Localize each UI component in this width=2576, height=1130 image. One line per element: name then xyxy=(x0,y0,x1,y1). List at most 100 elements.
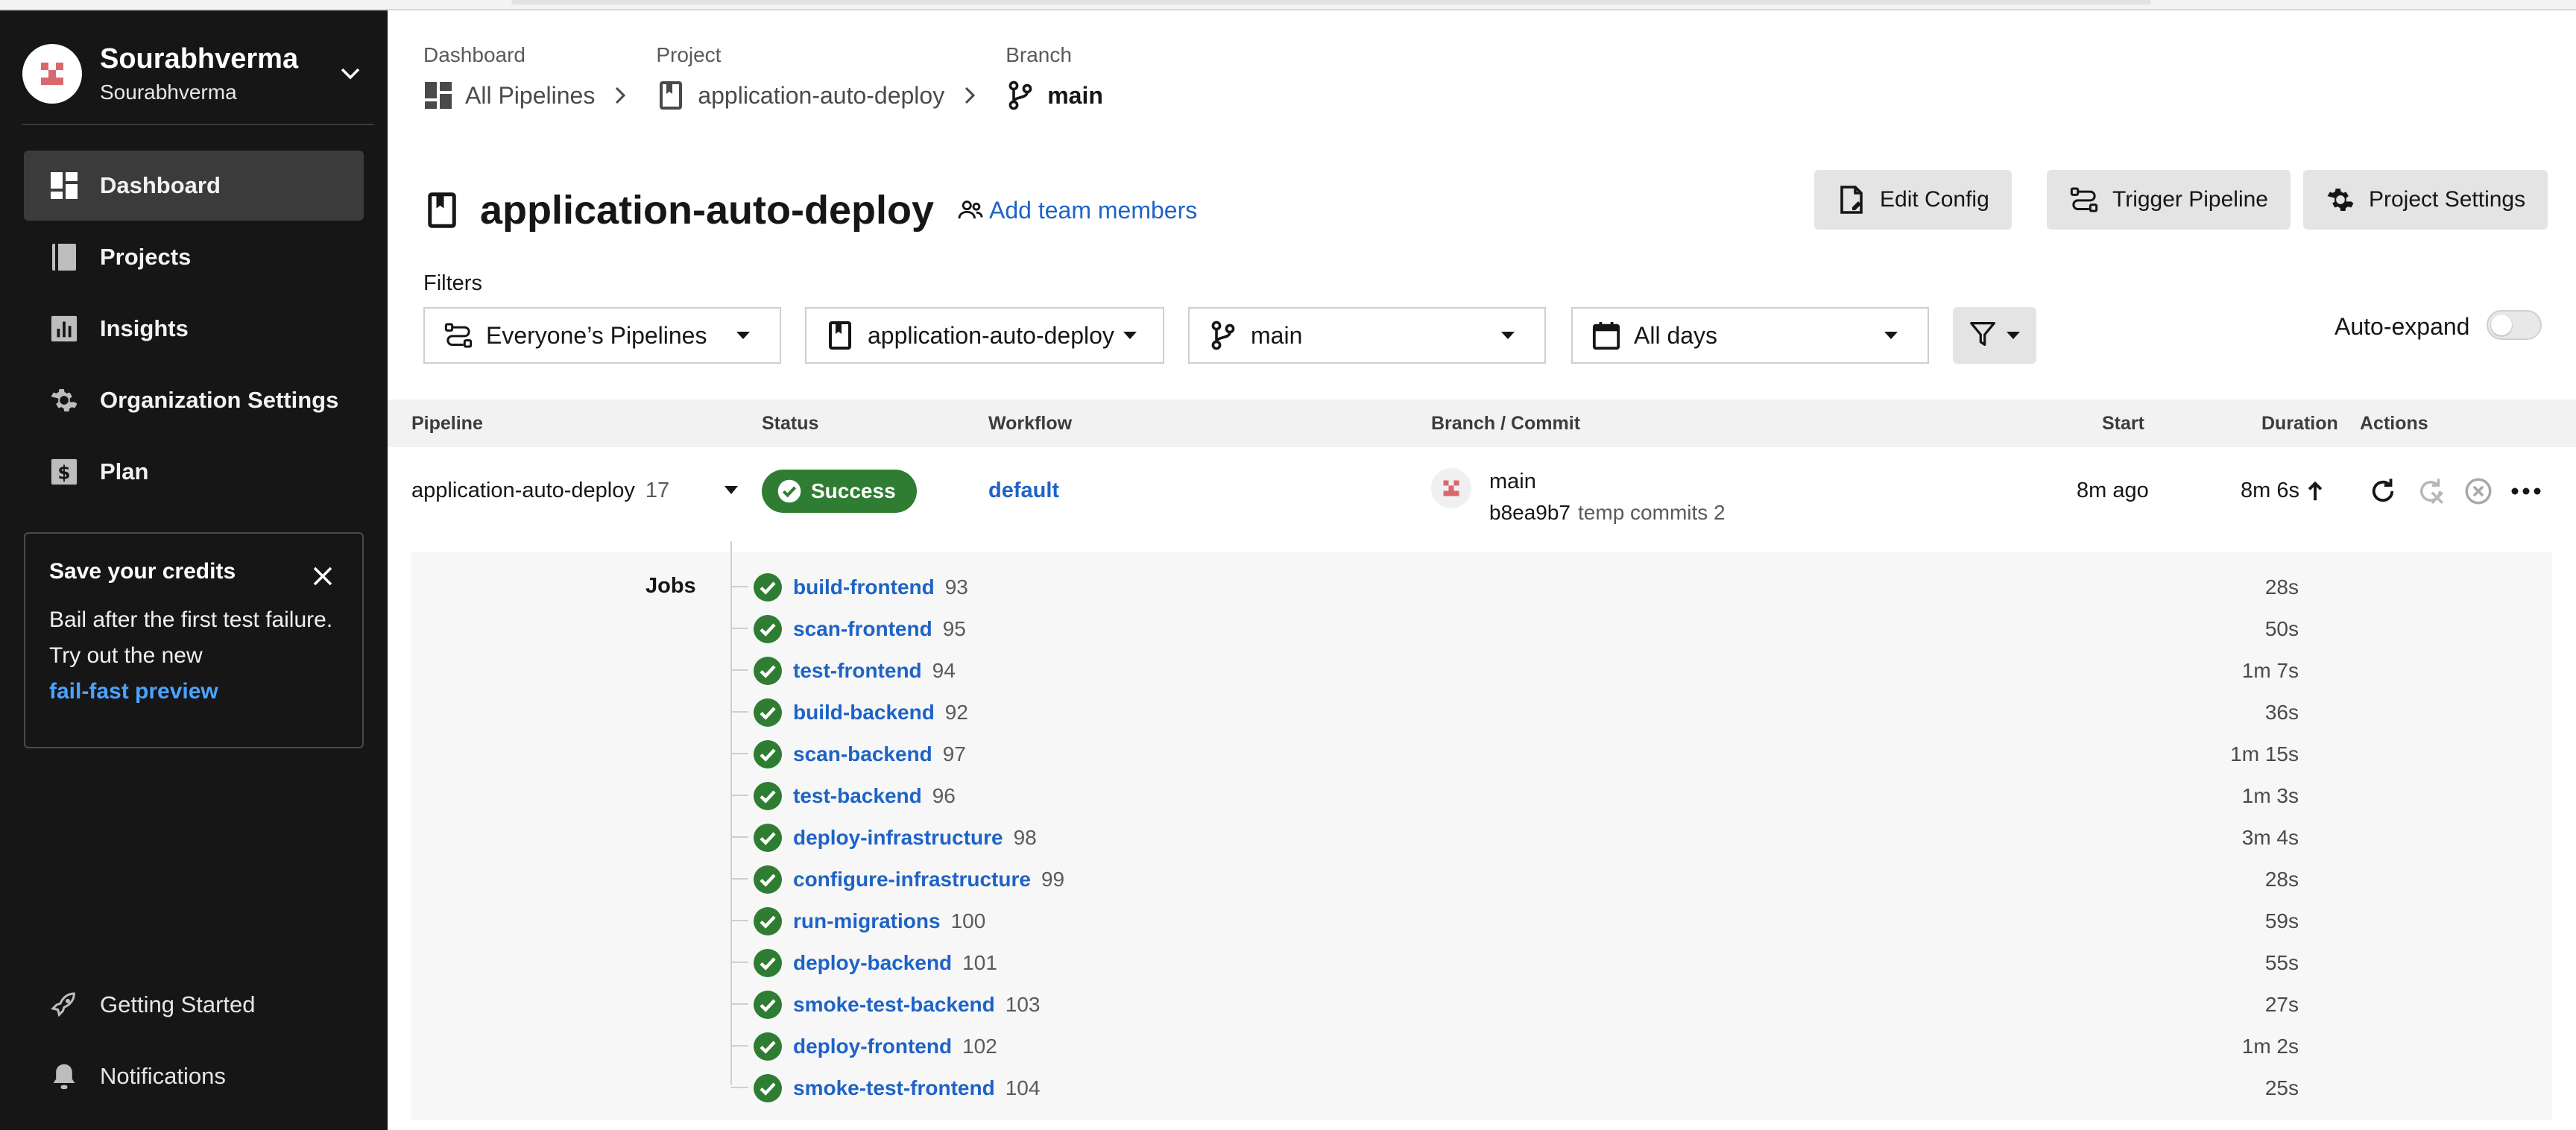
calendar-icon xyxy=(1591,320,1622,351)
job-link[interactable]: smoke-test-frontend 104 xyxy=(793,1076,1040,1100)
sidebar-item-insights[interactable]: Insights xyxy=(24,294,364,364)
list-item: deploy-backend 101 55s xyxy=(730,941,2370,982)
org-name: Sourabhverma xyxy=(100,43,299,75)
sidebar-item-projects[interactable]: Projects xyxy=(24,222,364,292)
trigger-pipeline-label: Trigger Pipeline xyxy=(2112,187,2268,212)
main-content: Dashboard All Pipelines Project applicat… xyxy=(388,10,2576,1130)
breadcrumb-branch[interactable]: Branch main xyxy=(1006,43,1103,110)
bell-icon xyxy=(48,1060,80,1093)
trigger-pipeline-button[interactable]: Trigger Pipeline xyxy=(2047,170,2291,230)
pipeline-name[interactable]: application-auto-deploy 17 xyxy=(411,479,669,503)
days-filter[interactable]: All days xyxy=(1571,307,1929,364)
job-link[interactable]: run-migrations 100 xyxy=(793,909,985,933)
more-options-icon[interactable] xyxy=(2507,473,2545,510)
sidebar-item-label: Dashboard xyxy=(100,172,221,198)
job-number: 94 xyxy=(932,659,956,682)
job-link[interactable]: deploy-frontend 102 xyxy=(793,1035,997,1058)
pipeline-number: 17 xyxy=(645,479,670,502)
breadcrumb-dashboard[interactable]: Dashboard All Pipelines xyxy=(423,43,626,110)
jobs-panel: Jobs build-frontend 93 28s scan-frontend 9… xyxy=(411,541,2552,1120)
list-item: deploy-infrastructure 98 3m 4s xyxy=(730,815,2370,857)
job-link[interactable]: configure-infrastructure 99 xyxy=(793,868,1064,891)
add-team-members-link[interactable]: Add team members xyxy=(956,196,1197,224)
rerun-failed-icon[interactable] xyxy=(2412,473,2449,510)
edit-config-button[interactable]: Edit Config xyxy=(1814,170,2012,230)
caret-down-icon xyxy=(1123,332,1137,339)
rerun-icon[interactable] xyxy=(2364,473,2402,510)
pipeline-duration: 8m 6s xyxy=(2241,479,2323,503)
expand-row-caret-icon[interactable] xyxy=(724,486,738,494)
status-label: Success xyxy=(811,479,896,502)
sidebar-item-label: Plan xyxy=(100,458,149,484)
chevron-right-icon xyxy=(964,86,976,105)
job-duration: 3m 4s xyxy=(2241,826,2299,849)
job-link[interactable]: test-frontend 94 xyxy=(793,659,956,683)
job-name: scan-frontend xyxy=(793,617,932,640)
commit-sha[interactable]: b8ea9b7 xyxy=(1489,501,1570,524)
success-check-icon xyxy=(754,573,782,602)
success-check-icon xyxy=(754,907,782,935)
job-link[interactable]: smoke-test-backend 103 xyxy=(793,993,1040,1017)
project-icon xyxy=(824,320,856,351)
sidebar-item-notifications[interactable]: Notifications xyxy=(48,1054,376,1099)
commit-branch[interactable]: main xyxy=(1489,470,1536,494)
success-check-icon xyxy=(754,698,782,727)
job-number: 103 xyxy=(1005,993,1041,1016)
job-name: deploy-backend xyxy=(793,951,953,974)
job-link[interactable]: deploy-infrastructure 98 xyxy=(793,826,1037,850)
project-filter[interactable]: application-auto-deploy xyxy=(805,307,1164,364)
page-title: application-auto-deploy xyxy=(480,188,935,233)
cancel-icon[interactable] xyxy=(2460,473,2497,510)
org-switcher[interactable]: Sourabhverma Sourabhverma xyxy=(22,39,365,109)
page-header: application-auto-deploy Add team members xyxy=(423,173,1197,247)
job-name: run-migrations xyxy=(793,909,941,932)
job-duration: 28s xyxy=(2264,575,2299,599)
auto-expand-toggle[interactable] xyxy=(2487,310,2542,340)
breadcrumb-caption: Project xyxy=(656,43,722,66)
job-name: build-frontend xyxy=(793,575,935,599)
project-icon xyxy=(656,81,686,110)
list-item: smoke-test-backend 103 27s xyxy=(730,982,2370,1024)
job-number: 97 xyxy=(942,742,966,766)
job-link[interactable]: build-frontend 93 xyxy=(793,575,968,599)
caret-down-icon xyxy=(2007,332,2020,339)
branch-icon xyxy=(1208,320,1239,351)
pipelines-filter[interactable]: Everyone’s Pipelines xyxy=(423,307,781,364)
sidebar-item-getting-started[interactable]: Getting Started xyxy=(48,982,376,1027)
success-check-icon xyxy=(754,991,782,1019)
job-number: 95 xyxy=(942,617,966,640)
workflow-link[interactable]: default xyxy=(988,479,1059,503)
fail-fast-link[interactable]: fail-fast preview xyxy=(49,679,218,704)
job-link[interactable]: build-backend 92 xyxy=(793,701,968,725)
job-link[interactable]: test-backend 96 xyxy=(793,784,956,808)
scroll-thumb[interactable] xyxy=(511,0,2151,4)
promo-card: Save your credits Bail after the first t… xyxy=(24,532,364,748)
pipeline-duration-value: 8m 6s xyxy=(2241,479,2299,502)
job-name: deploy-infrastructure xyxy=(793,826,1003,849)
sidebar-item-plan[interactable]: $ Plan xyxy=(24,437,364,507)
branch-filter[interactable]: main xyxy=(1188,307,1546,364)
promo-title: Save your credits xyxy=(49,559,236,584)
close-icon[interactable] xyxy=(310,564,335,589)
job-name: scan-backend xyxy=(793,742,932,766)
check-circle-icon xyxy=(777,479,802,504)
job-number: 101 xyxy=(962,951,997,974)
sidebar-item-dashboard[interactable]: Dashboard xyxy=(24,151,364,221)
job-link[interactable]: scan-backend 97 xyxy=(793,742,966,766)
filters-label: Filters xyxy=(423,271,482,295)
job-duration: 1m 15s xyxy=(2230,742,2299,766)
sidebar-item-label: Getting Started xyxy=(100,991,256,1017)
sidebar-item-organization-settings[interactable]: Organization Settings xyxy=(24,365,364,435)
breadcrumb-project[interactable]: Project application-auto-deploy xyxy=(656,43,976,110)
project-settings-button[interactable]: Project Settings xyxy=(2303,170,2548,230)
success-check-icon xyxy=(754,1032,782,1061)
list-item: scan-frontend 95 50s xyxy=(730,607,2370,648)
more-filters-button[interactable] xyxy=(1953,307,2036,364)
chevron-down-icon[interactable] xyxy=(335,59,365,89)
job-number: 98 xyxy=(1013,826,1037,849)
job-name: test-frontend xyxy=(793,659,922,682)
status-badge[interactable]: Success xyxy=(762,470,917,513)
job-link[interactable]: scan-frontend 95 xyxy=(793,617,966,641)
pipeline-icon xyxy=(2069,185,2099,215)
job-link[interactable]: deploy-backend 101 xyxy=(793,951,997,975)
